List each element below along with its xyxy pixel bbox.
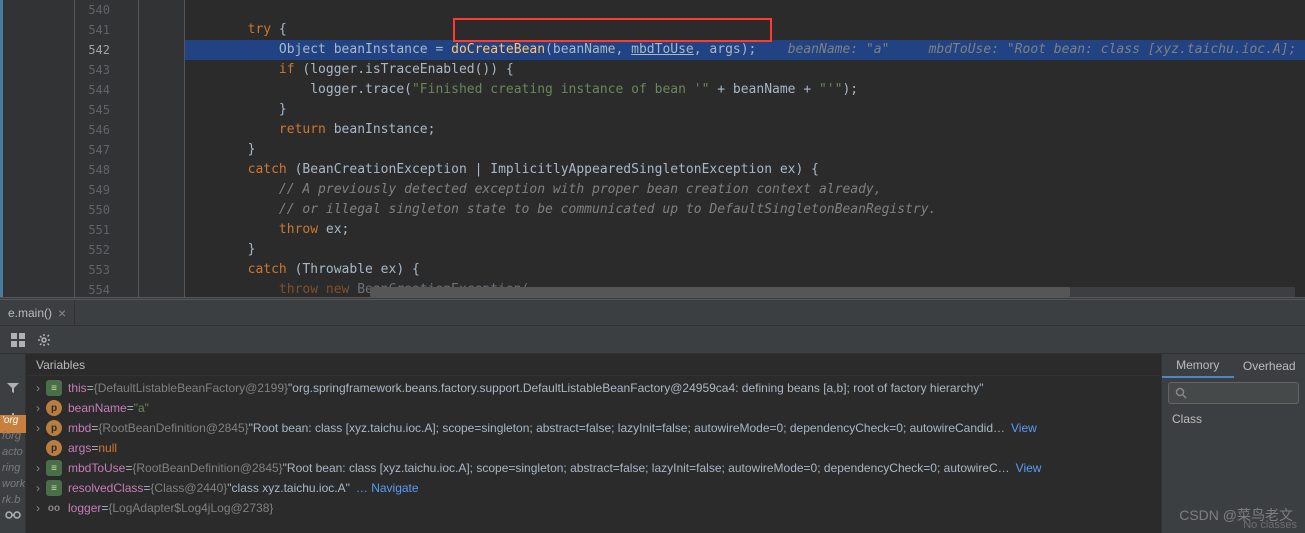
variable-row[interactable]: › ≡ mbdToUse = {RootBeanDefinition@2845}…: [30, 458, 1157, 478]
code-editor[interactable]: 540 541 542 543 544 545 546 547 548 549 …: [0, 0, 1305, 297]
view-link[interactable]: View: [1016, 461, 1042, 475]
tab-overhead[interactable]: Overhead: [1234, 354, 1305, 378]
code-line[interactable]: return beanInstance;: [185, 120, 1305, 140]
code-content[interactable]: try { Object beanInstance = doCreateBean…: [185, 0, 1305, 297]
sidebar-tabs-vertical[interactable]: forg acto ring work rk.b: [2, 430, 25, 510]
debug-toolbar: [0, 326, 1305, 354]
expand-icon[interactable]: ›: [30, 401, 46, 415]
code-line[interactable]: }: [185, 140, 1305, 160]
fold-gutter: [130, 0, 185, 297]
code-line[interactable]: }: [185, 100, 1305, 120]
search-input[interactable]: [1168, 382, 1299, 404]
left-gutter: [0, 0, 75, 297]
code-line[interactable]: logger.trace("Finished creating instance…: [185, 80, 1305, 100]
horizontal-scrollbar[interactable]: [370, 287, 1295, 297]
variables-tree[interactable]: › ≡ this = {DefaultListableBeanFactory@2…: [26, 376, 1161, 520]
code-line[interactable]: // A previously detected exception with …: [185, 180, 1305, 200]
layout-icon[interactable]: [8, 330, 28, 350]
code-line[interactable]: if (logger.isTraceEnabled()) {: [185, 60, 1305, 80]
object-icon: oo: [46, 500, 62, 516]
code-line[interactable]: }: [185, 240, 1305, 260]
search-icon: [1175, 387, 1187, 399]
debug-tab-main[interactable]: e.main()×: [0, 300, 75, 325]
variable-icon: ≡: [46, 380, 62, 396]
variable-row[interactable]: › oo logger = {LogAdapter$Log4jLog@2738}: [30, 498, 1157, 518]
variables-panel: Variables › ≡ this = {DefaultListableBea…: [26, 354, 1161, 533]
variable-icon: ≡: [46, 480, 62, 496]
expand-icon[interactable]: ›: [30, 501, 46, 515]
code-line-highlighted[interactable]: Object beanInstance = doCreateBean(beanN…: [185, 40, 1305, 60]
code-line[interactable]: catch (Throwable ex) {: [185, 260, 1305, 280]
no-classes-label: No classes: [1243, 519, 1297, 531]
parameter-icon: p: [46, 420, 62, 436]
code-line[interactable]: catch (BeanCreationException | Implicitl…: [185, 160, 1305, 180]
code-line[interactable]: // or illegal singleton state to be comm…: [185, 200, 1305, 220]
code-line[interactable]: try {: [185, 20, 1305, 40]
tab-memory[interactable]: Memory: [1162, 354, 1234, 378]
variable-row[interactable]: › ≡ this = {DefaultListableBeanFactory@2…: [30, 378, 1157, 398]
line-number-gutter: 540 541 542 543 544 545 546 547 548 549 …: [75, 0, 130, 297]
variable-row[interactable]: p args = null: [30, 438, 1157, 458]
variables-header: Variables: [26, 354, 1161, 376]
parameter-icon: p: [46, 400, 62, 416]
parameter-icon: p: [46, 440, 62, 456]
class-header: Class: [1162, 408, 1305, 430]
debug-tab-bar: e.main()×: [0, 300, 1305, 326]
expand-icon[interactable]: ›: [30, 461, 46, 475]
expand-icon[interactable]: ›: [30, 421, 46, 435]
expand-icon[interactable]: ›: [30, 481, 46, 495]
variable-row[interactable]: › ≡ resolvedClass = {Class@2440} "class …: [30, 478, 1157, 498]
navigate-link[interactable]: … Navigate: [356, 481, 419, 495]
variable-row[interactable]: › p beanName = "a": [30, 398, 1157, 418]
variable-icon: ≡: [46, 460, 62, 476]
code-line[interactable]: [185, 0, 1305, 20]
variable-row[interactable]: › p mbd = {RootBeanDefinition@2845} "Roo…: [30, 418, 1157, 438]
filter-icon[interactable]: [3, 378, 23, 398]
expand-icon[interactable]: ›: [30, 381, 46, 395]
expand-icon: [30, 441, 46, 455]
settings-icon[interactable]: [34, 330, 54, 350]
view-link[interactable]: View: [1011, 421, 1037, 435]
close-icon[interactable]: ×: [58, 305, 66, 321]
code-line[interactable]: throw ex;: [185, 220, 1305, 240]
